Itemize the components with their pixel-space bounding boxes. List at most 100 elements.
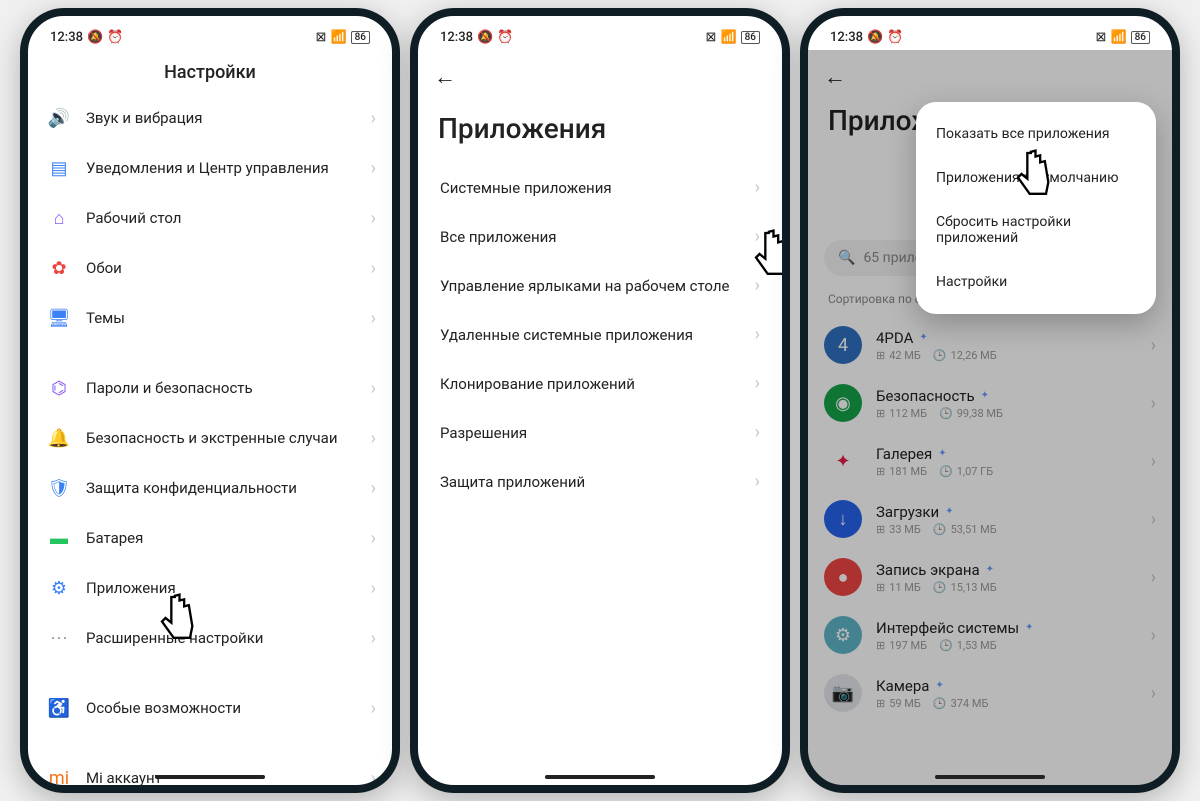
status-bar: 12:38 🔕 ⏰ ⊠ 📶 86 (28, 16, 392, 50)
wifi-icon: 📶 (720, 30, 736, 45)
row-label: Батарея (86, 529, 371, 547)
menu-item[interactable]: Настройки (916, 260, 1156, 304)
row-icon: ⌂ (46, 205, 72, 231)
apps-submenu-row[interactable]: Все приложения › (424, 212, 776, 261)
chevron-right-icon: › (371, 378, 376, 399)
row-label: Безопасность и экстренные случаи (86, 429, 371, 447)
chevron-right-icon: › (755, 422, 760, 443)
row-icon: ▤ (46, 155, 72, 181)
wifi-icon: 📶 (1110, 30, 1126, 45)
row-label: Уведомления и Центр управления (86, 159, 371, 177)
row-icon: 🔊 (46, 105, 72, 131)
menu-item[interactable]: Показать все приложения (916, 112, 1156, 156)
apps-submenu-row[interactable]: Клонирование приложений› (424, 359, 776, 408)
chevron-right-icon: › (371, 768, 376, 786)
row-label: Управление ярлыками на рабочем столе (440, 277, 730, 295)
settings-row[interactable]: ⋯Расширенные настройки› (32, 613, 388, 663)
settings-row[interactable]: ▤ Уведомления и Центр управления› (32, 143, 388, 193)
chevron-right-icon: › (371, 478, 376, 499)
chevron-right-icon: › (371, 108, 376, 129)
vowifi-icon: ⊠ (1096, 30, 1107, 45)
phone-frame-3: 12:38 🔕 ⏰ ⊠ 📶 86 ← Приложения 🗑 Удаление… (800, 8, 1180, 793)
chevron-right-icon: › (371, 308, 376, 329)
row-icon: ⌬ (46, 375, 72, 401)
row-label: Пароли и безопасность (86, 379, 371, 397)
phone-frame-2: 12:38 🔕 ⏰ ⊠ 📶 86 ← Приложения Системные … (410, 8, 790, 793)
row-icon: 🔔 (46, 425, 72, 451)
row-icon: 🖥 (46, 305, 72, 331)
chevron-right-icon: › (371, 428, 376, 449)
settings-row[interactable]: 🛡 Защита конфиденциальности› (32, 463, 388, 513)
settings-row[interactable]: ✿ Обои› (32, 243, 388, 293)
status-time: 12:38 (830, 30, 863, 45)
vowifi-icon: ⊠ (706, 30, 717, 45)
row-icon: ▬ (46, 525, 72, 551)
chevron-right-icon: › (755, 373, 760, 394)
row-label: Особые возможности (86, 699, 371, 717)
apps-submenu-row[interactable]: Разрешения › (424, 408, 776, 457)
home-indicator[interactable] (935, 775, 1045, 779)
row-label: Удаленные системные приложения (440, 326, 693, 344)
settings-row[interactable]: ♿ Особые возможности› (32, 683, 388, 733)
wifi-icon: 📶 (330, 30, 346, 45)
settings-row[interactable]: ▬ Батарея› (32, 513, 388, 563)
row-label: Защита приложений (440, 473, 585, 491)
phone-frame-1: 12:38 🔕 ⏰ ⊠ 📶 86 Настройки 🔊 Звук и вибра… (20, 8, 400, 793)
row-icon: ⚙ (46, 575, 72, 601)
settings-screen: Настройки 🔊Звук и вибрация›▤Уведомления … (28, 50, 392, 785)
status-time: 12:38 (50, 30, 83, 45)
row-icon: ✿ (46, 255, 72, 281)
chevron-right-icon: › (371, 158, 376, 179)
home-indicator[interactable] (155, 775, 265, 779)
apps-submenu-row[interactable]: Удаленные системные приложения › (424, 310, 776, 359)
battery-icon: 86 (351, 31, 370, 44)
notif-silence-icon: 🔕 (477, 30, 493, 45)
chevron-right-icon: › (371, 528, 376, 549)
settings-row[interactable]: 🔊 Звук и вибрация› (32, 93, 388, 143)
row-label: Звук и вибрация (86, 109, 371, 127)
alarm-icon: ⏰ (887, 30, 903, 45)
settings-row[interactable]: ⌬ Пароли и безопасность› (32, 363, 388, 413)
apps-submenu-row[interactable]: Защита приложений › (424, 457, 776, 506)
settings-row[interactable]: 🖥Темы› (32, 293, 388, 343)
chevron-right-icon: › (755, 177, 760, 198)
row-label: Разрешения (440, 424, 527, 442)
row-label: Обои (86, 259, 371, 277)
apps-submenu-screen: ← Приложения Системные приложения›Все пр… (418, 50, 782, 785)
chevron-right-icon: › (371, 698, 376, 719)
chevron-right-icon: › (755, 471, 760, 492)
page-title: Настройки (28, 50, 392, 91)
row-label: Все приложения (440, 228, 557, 246)
settings-row[interactable]: 🔔 Безопасность и экстренные случаи› (32, 413, 388, 463)
apps-submenu-row[interactable]: Системные приложения › (424, 163, 776, 212)
alarm-icon: ⏰ (497, 30, 513, 45)
menu-item[interactable]: Сбросить настройки приложений (916, 200, 1156, 260)
row-icon: 🛡 (46, 475, 72, 501)
status-time: 12:38 (440, 30, 473, 45)
chevron-right-icon: › (755, 226, 760, 247)
status-bar: 12:38 🔕 ⏰ ⊠ 📶 86 (808, 16, 1172, 50)
battery-icon: 86 (1131, 31, 1150, 44)
settings-row[interactable]: ⌂Рабочий стол› (32, 193, 388, 243)
status-bar: 12:38 🔕 ⏰ ⊠ 📶 86 (418, 16, 782, 50)
chevron-right-icon: › (371, 628, 376, 649)
menu-item[interactable]: Приложения по умолчанию (916, 156, 1156, 200)
row-icon: ♿ (46, 695, 72, 721)
back-button[interactable]: ← (434, 65, 456, 90)
chevron-right-icon: › (371, 578, 376, 599)
row-label: Системные приложения (440, 179, 612, 197)
notif-silence-icon: 🔕 (867, 30, 883, 45)
settings-row[interactable]: miMi аккаунт› (32, 753, 388, 785)
page-title: Приложения (418, 98, 782, 163)
row-label: Защита конфиденциальности (86, 479, 371, 497)
apps-submenu-row[interactable]: Управление ярлыками на рабочем столе › (424, 261, 776, 310)
chevron-right-icon: › (755, 324, 760, 345)
vowifi-icon: ⊠ (316, 30, 327, 45)
settings-row[interactable]: ⚙Приложения› (32, 563, 388, 613)
apps-list-screen: ← Приложения 🗑 Удаление 🔍 65 приложений … (808, 50, 1172, 785)
chevron-right-icon: › (755, 275, 760, 296)
row-icon: mi (46, 765, 72, 785)
battery-icon: 86 (741, 31, 760, 44)
home-indicator[interactable] (545, 775, 655, 779)
chevron-right-icon: › (371, 258, 376, 279)
